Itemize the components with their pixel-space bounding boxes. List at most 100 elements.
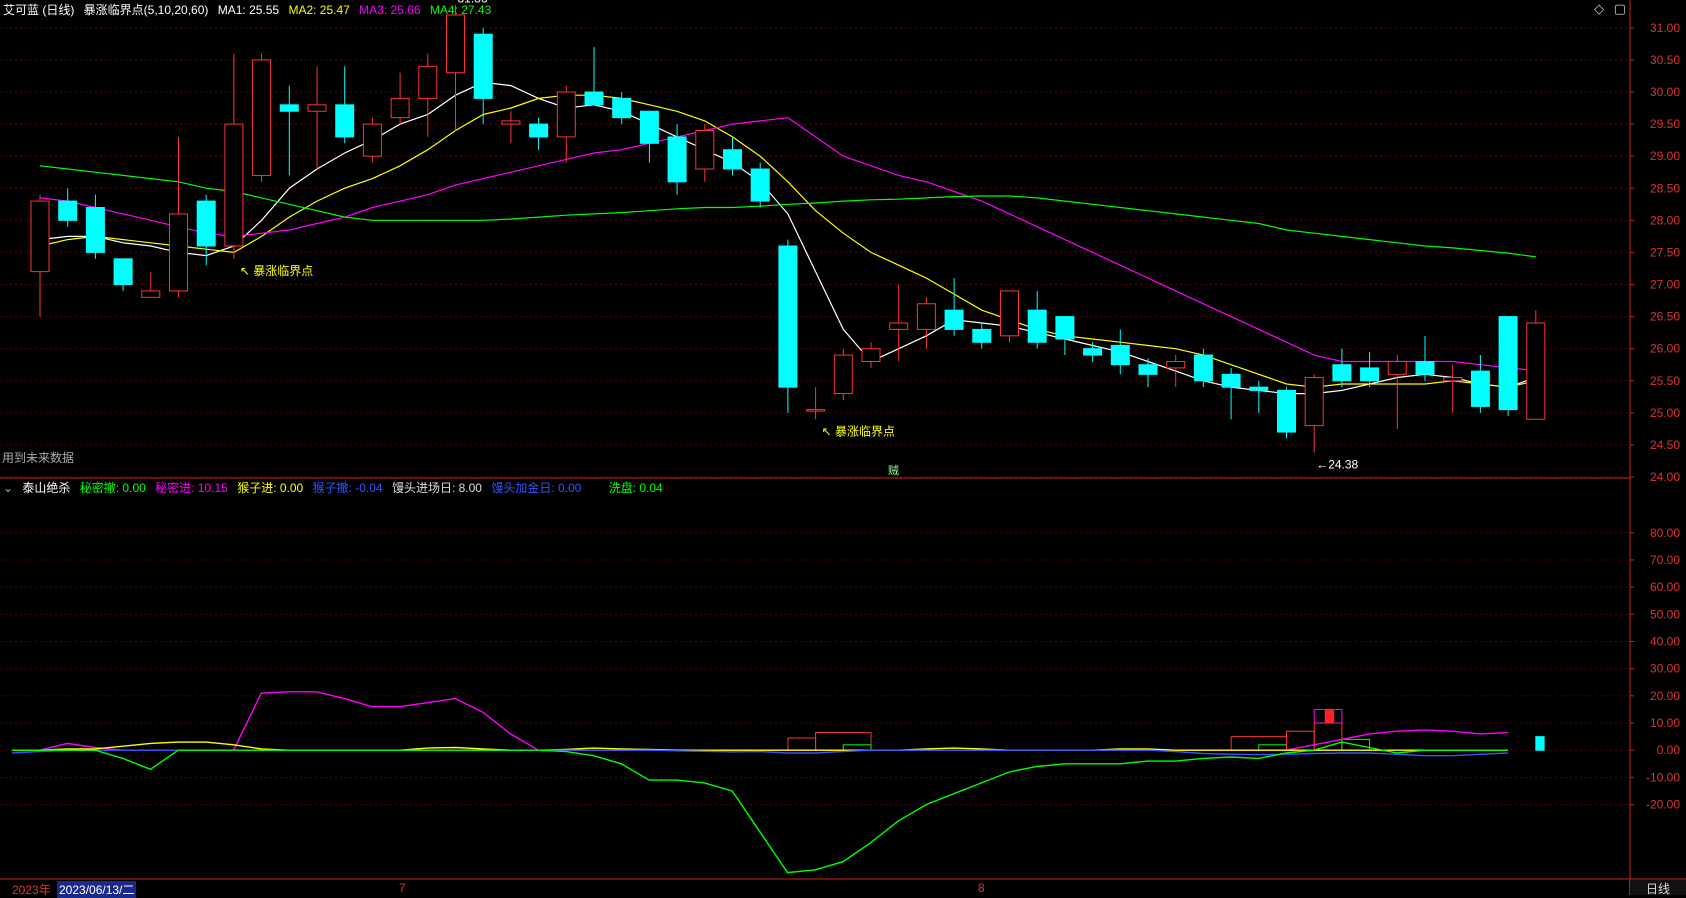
candle-up xyxy=(1443,364,1463,413)
sub-tick-label: -20.00 xyxy=(1646,798,1680,812)
candle-body xyxy=(1138,364,1158,375)
timeline-month-7: 7 xyxy=(399,881,406,895)
sub-box-red xyxy=(787,737,817,751)
main-tick-label: 31.00 xyxy=(1650,21,1680,35)
timeline-year: 2023年 xyxy=(12,883,51,897)
candle-down xyxy=(58,188,78,227)
candle-body xyxy=(1166,361,1186,369)
candle-up xyxy=(1387,355,1407,429)
sub-tick-label: -10.00 xyxy=(1646,770,1680,784)
candle-up xyxy=(446,4,465,131)
candle-up xyxy=(30,194,50,317)
candle-down xyxy=(85,194,105,259)
candle-body xyxy=(833,354,853,395)
candle-down xyxy=(1055,316,1075,356)
candle-down xyxy=(1193,348,1213,388)
main-tick-label: 30.50 xyxy=(1650,53,1680,67)
candle-up xyxy=(252,53,272,182)
candle-body xyxy=(390,97,410,119)
candle-body xyxy=(972,328,992,343)
candle-body xyxy=(252,59,272,176)
candle-body xyxy=(1055,316,1075,340)
candle-down xyxy=(1249,380,1269,413)
candle-up xyxy=(861,342,881,368)
sub-line-4 xyxy=(12,741,1508,874)
candle-up xyxy=(833,348,853,400)
candle-down xyxy=(1277,387,1296,439)
candle-down xyxy=(1083,342,1103,362)
candle-down xyxy=(1498,316,1518,417)
candle-body xyxy=(1304,377,1324,427)
candle-body xyxy=(1083,348,1103,356)
candle-body xyxy=(916,303,936,330)
candle-body xyxy=(1332,364,1352,382)
candle-down xyxy=(723,136,742,176)
candle-down xyxy=(639,110,659,163)
candle-body xyxy=(473,33,493,99)
high-label: 31.36 xyxy=(458,0,488,6)
candle-body xyxy=(1277,389,1296,433)
candle-up xyxy=(390,72,410,125)
sub-tick-label: 30.00 xyxy=(1650,662,1680,676)
candle-body xyxy=(1000,290,1019,337)
sub-box-green xyxy=(1258,744,1288,751)
candle-body xyxy=(196,200,216,247)
candle-down xyxy=(667,124,687,195)
candle-down xyxy=(335,66,355,144)
candle-down xyxy=(612,92,632,125)
sub-tick-label: 70.00 xyxy=(1650,553,1680,567)
candle-body xyxy=(169,213,188,292)
candle-up xyxy=(141,271,161,298)
sub-box-solidred xyxy=(1324,708,1335,724)
candle-body xyxy=(1360,367,1380,382)
candle-body xyxy=(279,104,299,112)
candle-body xyxy=(224,123,244,247)
candle-body xyxy=(1387,361,1407,375)
timeline-bar[interactable]: 2023年 2023/06/13/二 7 8 xyxy=(0,880,1630,898)
candle-body xyxy=(889,322,909,330)
main-tick-label: 29.50 xyxy=(1650,117,1680,131)
period-button[interactable]: 日线 xyxy=(1629,880,1686,896)
candle-up xyxy=(806,387,826,420)
candle-up xyxy=(224,53,244,259)
candle-up xyxy=(916,297,936,349)
main-tick-label: 28.00 xyxy=(1650,213,1680,227)
candle-down xyxy=(584,47,604,106)
candle-body xyxy=(1221,373,1241,388)
signal-marker: ↖ 暴涨临界点 xyxy=(822,423,895,438)
candle-down xyxy=(1221,367,1241,420)
candle-body xyxy=(85,207,105,253)
sub-tick-label: 20.00 xyxy=(1650,689,1680,703)
sub-line-1 xyxy=(12,691,1508,751)
candle-down xyxy=(529,117,549,150)
candle-up xyxy=(695,124,715,182)
candle-down xyxy=(1332,348,1352,388)
candle-body xyxy=(612,97,632,119)
candle-body xyxy=(695,130,715,170)
candle-up xyxy=(1526,310,1546,420)
candle-body xyxy=(1498,316,1518,411)
candle-up xyxy=(307,66,327,169)
sub-tick-label: 0.00 xyxy=(1657,743,1681,757)
candle-body xyxy=(1415,361,1435,375)
sub-tick-label: 50.00 xyxy=(1650,607,1680,621)
candle-body xyxy=(335,104,355,138)
candle-down xyxy=(473,27,493,125)
main-tick-label: 25.50 xyxy=(1650,374,1680,388)
chart-canvas[interactable]: 31.00 30.50 30.00 29.50 29.00 28.50 28.00 27.50… xyxy=(0,0,1686,895)
candle-body xyxy=(362,123,382,157)
candle-up xyxy=(556,85,576,163)
candle-body xyxy=(750,168,770,202)
candle-body xyxy=(556,91,576,138)
candle-body xyxy=(1249,386,1269,391)
candle-down xyxy=(944,278,964,336)
candle-down xyxy=(1415,335,1435,381)
main-tick-label: 25.00 xyxy=(1650,406,1680,420)
candle-up xyxy=(362,117,382,163)
candle-body xyxy=(944,309,964,330)
candle-body xyxy=(501,120,521,125)
timeline-selected-date[interactable]: 2023/06/13/二 xyxy=(57,881,137,898)
candle-body xyxy=(446,14,465,74)
main-tick-label: 26.50 xyxy=(1650,310,1680,324)
candle-down xyxy=(750,162,770,208)
